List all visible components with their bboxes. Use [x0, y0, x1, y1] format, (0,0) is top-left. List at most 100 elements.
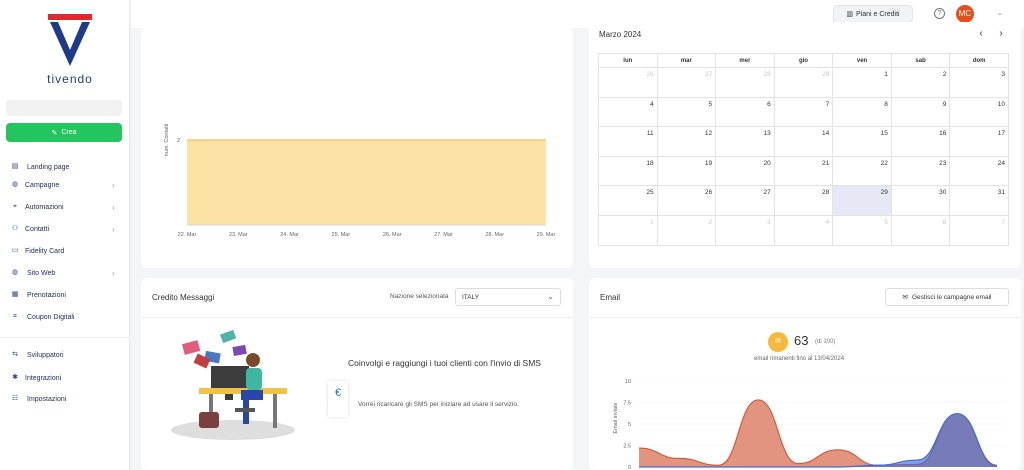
calendar-day[interactable]: 21	[773, 155, 834, 187]
building-icon: ▥	[846, 11, 854, 18]
sidebar-search[interactable]	[6, 100, 122, 116]
calendar-day[interactable]: 28	[773, 185, 834, 216]
sidebar-item-landing-page[interactable]: ▤ Landing page	[0, 160, 130, 174]
calendar-day[interactable]: 9	[890, 96, 951, 128]
x-tick-label: 28. Mar	[485, 232, 504, 238]
calendar-day[interactable]: 14	[773, 126, 834, 157]
calendar-day[interactable]: 3	[715, 214, 775, 246]
create-button[interactable]: ✎ Crea	[6, 123, 122, 142]
contacts-area-fill	[187, 140, 546, 225]
nation-value: ITALY	[462, 294, 480, 301]
calendar-day[interactable]: 27	[715, 185, 775, 216]
calendar-weekday-row: lun mar mer gio ven sab dom	[598, 53, 1009, 68]
weekday-dom: dom	[949, 53, 1009, 68]
y-tick-label: 2	[177, 138, 180, 144]
calendar-day[interactable]: 10	[949, 96, 1009, 128]
calendar-prev-button[interactable]: ‹	[973, 26, 989, 42]
calendar-day[interactable]: 3	[949, 67, 1009, 98]
calendar-day[interactable]: 26	[656, 185, 717, 216]
calendar-day[interactable]: 6	[890, 214, 951, 246]
sidebar-item-fidelity-card[interactable]: ▭ Fidelity Card	[0, 244, 130, 258]
calendar-day[interactable]: 27	[656, 67, 717, 98]
nation-label: Nazione selezionata	[390, 293, 449, 300]
coupon-icon: ⌗	[13, 313, 17, 320]
puzzle-icon: ✱	[12, 374, 18, 381]
email-total: (di 100)	[815, 339, 836, 345]
sidebar-item-integrazioni[interactable]: ✱ Integrazioni	[0, 371, 130, 385]
sidebar-item-prenotazioni[interactable]: ▦ Prenotazioni	[0, 288, 130, 302]
calendar-day[interactable]: 29	[773, 67, 834, 98]
calendar-day[interactable]: 2	[890, 67, 951, 98]
sidebar: tivendo ✎ Crea ▤ Landing page ◍ Campagne…	[0, 0, 130, 470]
calendar-week-row: 26 27 28 29 1 2 3	[598, 67, 1009, 98]
x-tick-label: 23. Mar	[229, 232, 248, 238]
help-icon[interactable]: ?	[934, 8, 945, 19]
sidebar-item-label: Integrazioni	[25, 374, 62, 382]
sms-illustration	[171, 329, 295, 440]
calendar-day[interactable]: 4	[598, 96, 658, 128]
sms-headline: Coinvolgi e raggiungi i tuoi clienti con…	[348, 358, 541, 368]
sms-card-title: Credito Messaggi	[152, 293, 215, 302]
calendar-day[interactable]: 7	[949, 214, 1009, 246]
calendar-day[interactable]: 5	[656, 96, 717, 128]
calendar-day[interactable]: 20	[715, 155, 775, 187]
sidebar-item-contatti[interactable]: ⚇ Contatti ›	[0, 222, 130, 236]
calendar-day[interactable]: 25	[598, 185, 658, 216]
manage-email-campaigns-button[interactable]: ✉ Gestisci le campagne email	[885, 288, 1009, 306]
sidebar-item-label: Automazioni	[25, 203, 64, 211]
calendar-day[interactable]: 8	[832, 96, 892, 128]
weekday-lun: lun	[598, 53, 658, 68]
sidebar-item-campagne[interactable]: ◍ Campagne ›	[0, 178, 130, 192]
sidebar-item-sviluppatori[interactable]: ⇆ Sviluppatori	[0, 348, 130, 362]
calendar-day[interactable]: 28	[715, 67, 775, 98]
sidebar-item-automazioni[interactable]: ⌖ Automazioni ›	[0, 200, 130, 214]
calendar-day[interactable]: 31	[949, 185, 1009, 216]
calendar-day[interactable]: 15	[832, 126, 892, 157]
calendar-day[interactable]: 24	[949, 155, 1009, 187]
calendar-day[interactable]: 6	[715, 96, 775, 128]
wand-icon: ✎	[51, 129, 58, 137]
chevron-right-icon: ›	[112, 180, 115, 190]
calendar-grid: lun mar mer gio ven sab dom 26 27 28 29 1 2 3 4 5 6 7 8 9 10…	[598, 53, 1009, 246]
calendar-day[interactable]: 26	[598, 67, 658, 98]
chevron-down-icon[interactable]: ⌄	[997, 9, 1003, 17]
calendar-day[interactable]: 17	[949, 126, 1009, 157]
sidebar-item-sito-web[interactable]: ◍ Sito Web ›	[0, 266, 130, 280]
contacts-icon: ⚇	[11, 225, 19, 232]
calendar-day[interactable]: 16	[890, 126, 951, 157]
y-axis-label: num. Contatti	[164, 124, 170, 157]
calendar-day[interactable]: 19	[656, 155, 717, 187]
calendar-day[interactable]: 11	[598, 126, 658, 157]
calendar-icon: ▦	[11, 291, 19, 298]
sidebar-item-label: Impostazioni	[27, 395, 67, 403]
email-card: Email ✉ Gestisci le campagne email ✉ 63 …	[589, 278, 1021, 470]
calendar-day[interactable]: 23	[890, 155, 951, 187]
avatar[interactable]: MC	[956, 5, 974, 23]
calendar-day[interactable]: 4	[773, 214, 834, 246]
calendar-week-row: 4 5 6 7 8 9 10	[598, 96, 1009, 128]
calendar-day[interactable]: 2	[656, 214, 717, 246]
sidebar-item-coupon-digitali[interactable]: ⌗ Coupon Digitali	[0, 310, 130, 324]
nation-select[interactable]: ITALY ⌄	[455, 288, 561, 306]
email-remaining-text: email rimanenti fino al 13/04/2024	[754, 356, 845, 362]
calendar-day[interactable]: 7	[773, 96, 834, 128]
globe-icon: ◍	[11, 181, 19, 188]
calendar-next-button[interactable]: ›	[993, 26, 1009, 42]
email-count: 63	[794, 333, 809, 348]
calendar-day[interactable]: 1	[832, 67, 892, 98]
y-tick-label: 7.5	[623, 401, 631, 407]
calendar-day[interactable]: 22	[832, 155, 892, 187]
calendar-day[interactable]: 13	[715, 126, 775, 157]
plans-credits-button[interactable]: ▥ Piani e Crediti	[833, 5, 913, 23]
sidebar-item-impostazioni[interactable]: ☷ Impostazioni	[0, 392, 130, 406]
sidebar-item-label: Campagne	[25, 181, 60, 189]
chevron-right-icon: ›	[112, 224, 115, 234]
calendar-day[interactable]: 5	[832, 214, 892, 246]
calendar-day[interactable]: 29	[832, 185, 892, 216]
calendar-day[interactable]: 18	[598, 155, 658, 187]
brand-name: tivendo	[47, 72, 93, 86]
calendar-day[interactable]: 1	[598, 214, 658, 246]
calendar-day[interactable]: 12	[656, 126, 717, 157]
calendar-day[interactable]: 30	[890, 185, 951, 216]
sms-credit-card: Credito Messaggi Nazione selezionata ITA…	[141, 278, 573, 470]
